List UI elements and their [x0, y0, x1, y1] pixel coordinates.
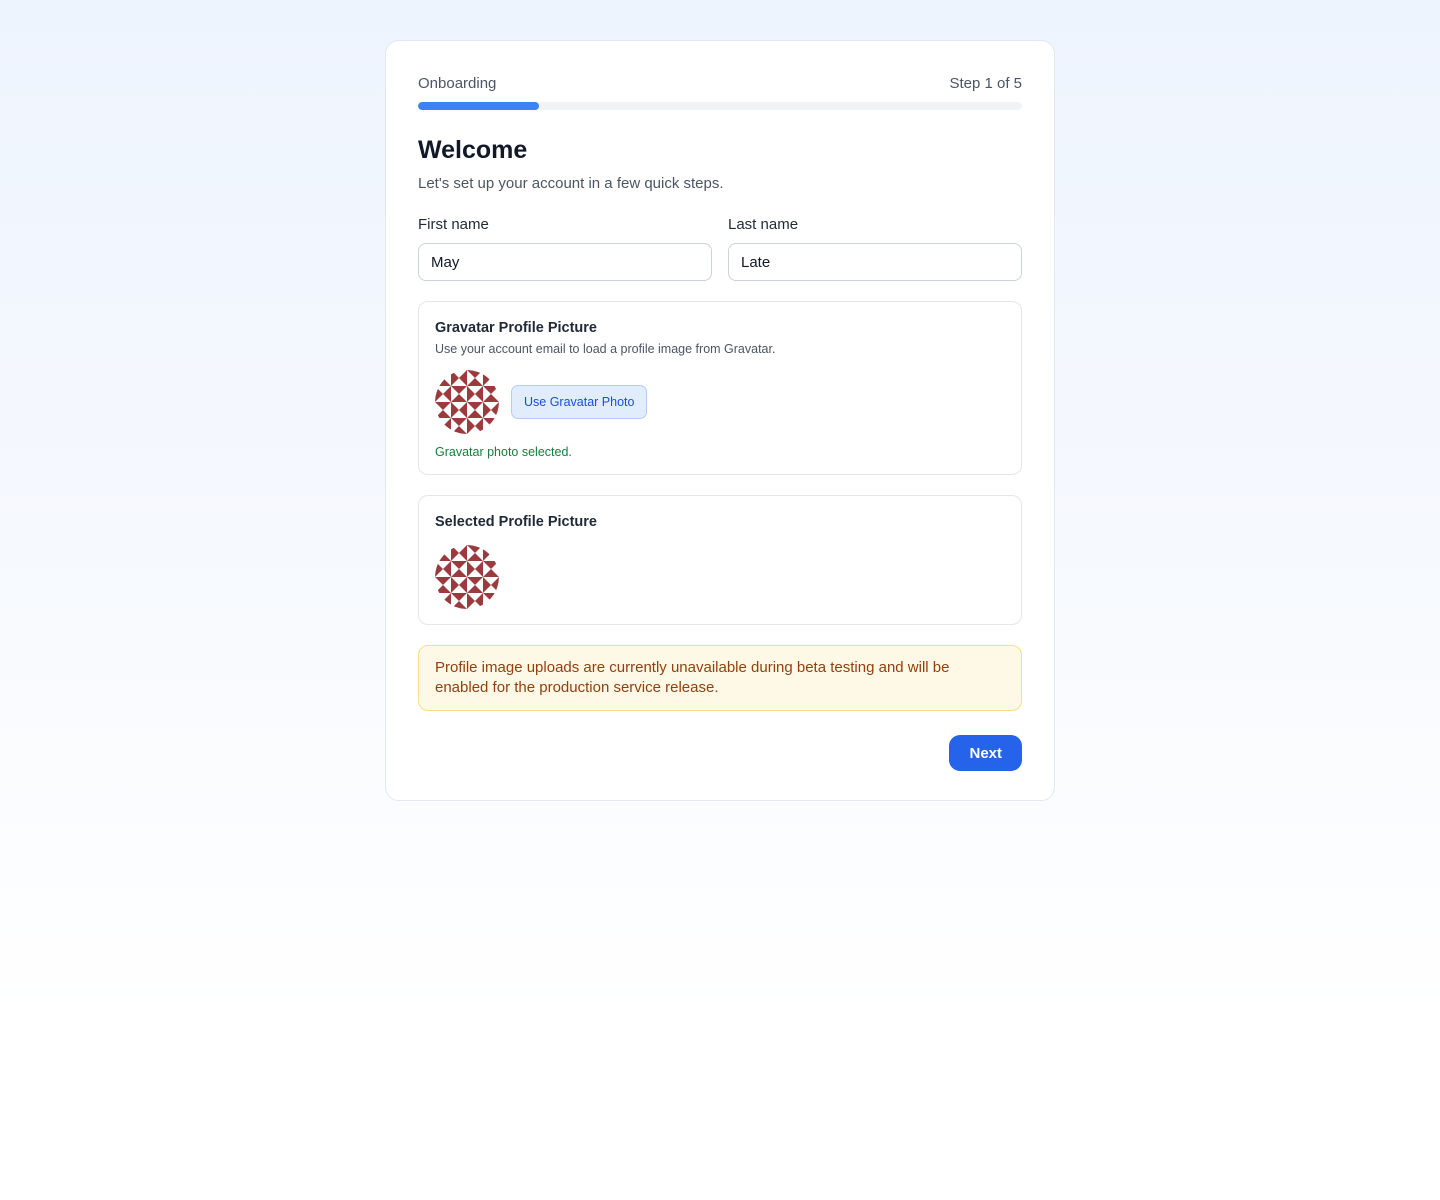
- beta-notice: Profile image uploads are currently unav…: [418, 645, 1022, 711]
- progress-header: Onboarding Step 1 of 5: [418, 73, 1022, 93]
- gravatar-panel: Gravatar Profile Picture Use your accoun…: [418, 301, 1022, 475]
- last-name-input[interactable]: [728, 243, 1022, 281]
- selected-picture-panel: Selected Profile Picture: [418, 495, 1022, 625]
- gravatar-avatar: [435, 370, 499, 434]
- page-title: Welcome: [418, 136, 528, 164]
- onboarding-label: Onboarding: [418, 74, 497, 92]
- gravatar-status-message: Gravatar photo selected.: [435, 445, 572, 459]
- next-button[interactable]: Next: [949, 735, 1022, 771]
- progress-fill: [418, 102, 539, 110]
- gravatar-panel-description: Use your account email to load a profile…: [435, 342, 776, 356]
- first-name-field-group: First name: [418, 215, 712, 281]
- form-footer: Next: [418, 735, 1022, 771]
- page-subtitle: Let's set up your account in a few quick…: [418, 175, 724, 192]
- gravatar-panel-title: Gravatar Profile Picture: [435, 320, 597, 336]
- step-indicator: Step 1 of 5: [949, 74, 1022, 92]
- selected-picture-title: Selected Profile Picture: [435, 514, 597, 530]
- use-gravatar-photo-button[interactable]: Use Gravatar Photo: [511, 385, 648, 419]
- first-name-label: First name: [418, 216, 489, 233]
- onboarding-card: Onboarding Step 1 of 5 Welcome Let's set…: [385, 40, 1055, 801]
- selected-avatar-wrap: [435, 545, 1005, 609]
- selected-avatar: [435, 545, 499, 609]
- progress-bar: [418, 102, 1022, 110]
- last-name-field-group: Last name: [728, 215, 1022, 281]
- first-name-input[interactable]: [418, 243, 712, 281]
- name-fields-row: First name Last name: [418, 215, 1022, 281]
- last-name-label: Last name: [728, 216, 799, 233]
- gravatar-avatar-row: Use Gravatar Photo: [435, 370, 1005, 434]
